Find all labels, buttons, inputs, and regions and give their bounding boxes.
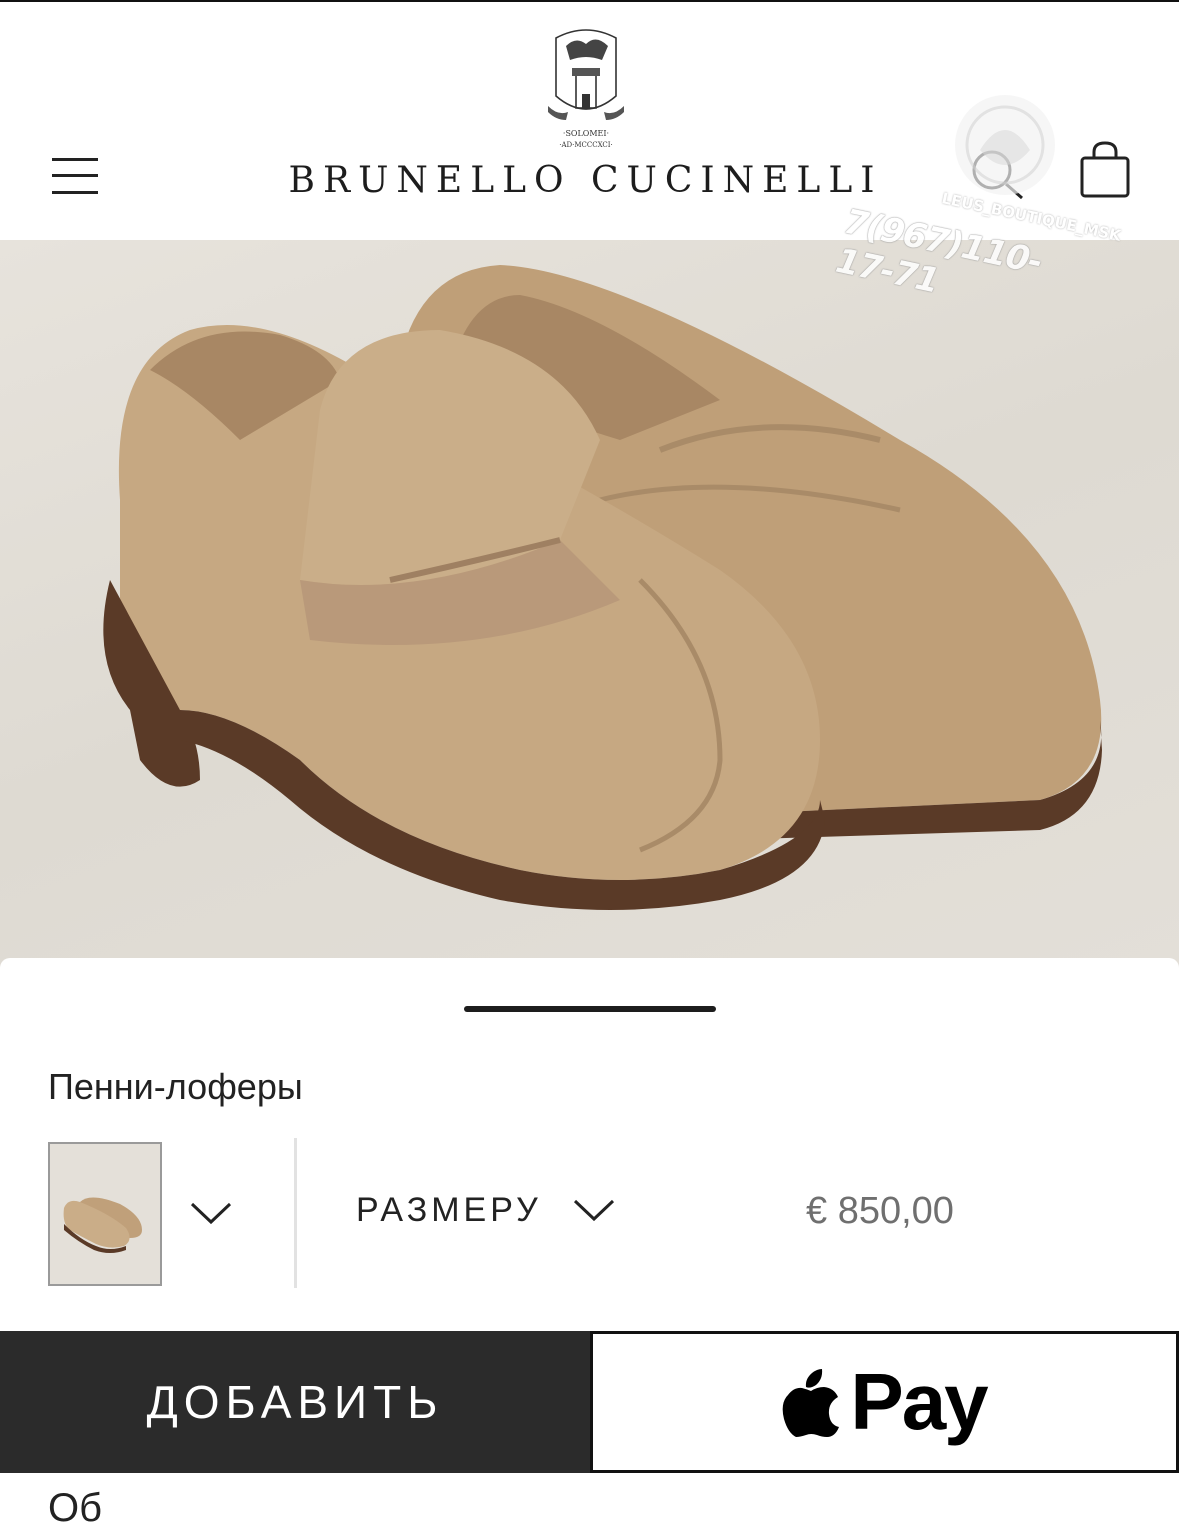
chevron-down-icon [573,1199,614,1222]
product-image [0,240,1179,970]
site-header: ·SOLOMEI· ·AD·MCCCXCI· BRUNELLO CUCINELL… [0,0,1179,240]
product-title: Пенни-лоферы [48,1066,303,1107]
section-heading-cut: Об [48,1486,103,1530]
crest-line-2: ·AD·MCCCXCI· [559,141,613,149]
chevron-down-icon[interactable] [188,1198,234,1228]
brand-crest-logo[interactable]: ·SOLOMEI· ·AD·MCCCXCI· [546,26,626,152]
search-icon[interactable] [966,146,1026,202]
apple-pay-label: Pay [850,1357,988,1446]
size-selector[interactable]: РАЗМЕРУ [356,1190,616,1230]
sheet-drag-handle[interactable] [464,1006,716,1012]
shopping-bag-icon[interactable] [1078,140,1132,200]
product-price: € 850,00 [806,1190,954,1232]
add-to-cart-button[interactable]: ДОБАВИТЬ [0,1331,590,1473]
color-swatch-thumbnail[interactable] [48,1142,162,1286]
divider [294,1138,297,1288]
size-label: РАЗМЕРУ [356,1190,542,1229]
apple-logo-icon [782,1369,840,1437]
apple-pay-button[interactable]: Pay [590,1331,1179,1473]
crest-line-1: ·SOLOMEI· [563,129,609,138]
product-sheet: Пенни-лоферы РАЗМЕРУ € 850,00 ДОБАВИТЬ P… [0,958,1179,1530]
